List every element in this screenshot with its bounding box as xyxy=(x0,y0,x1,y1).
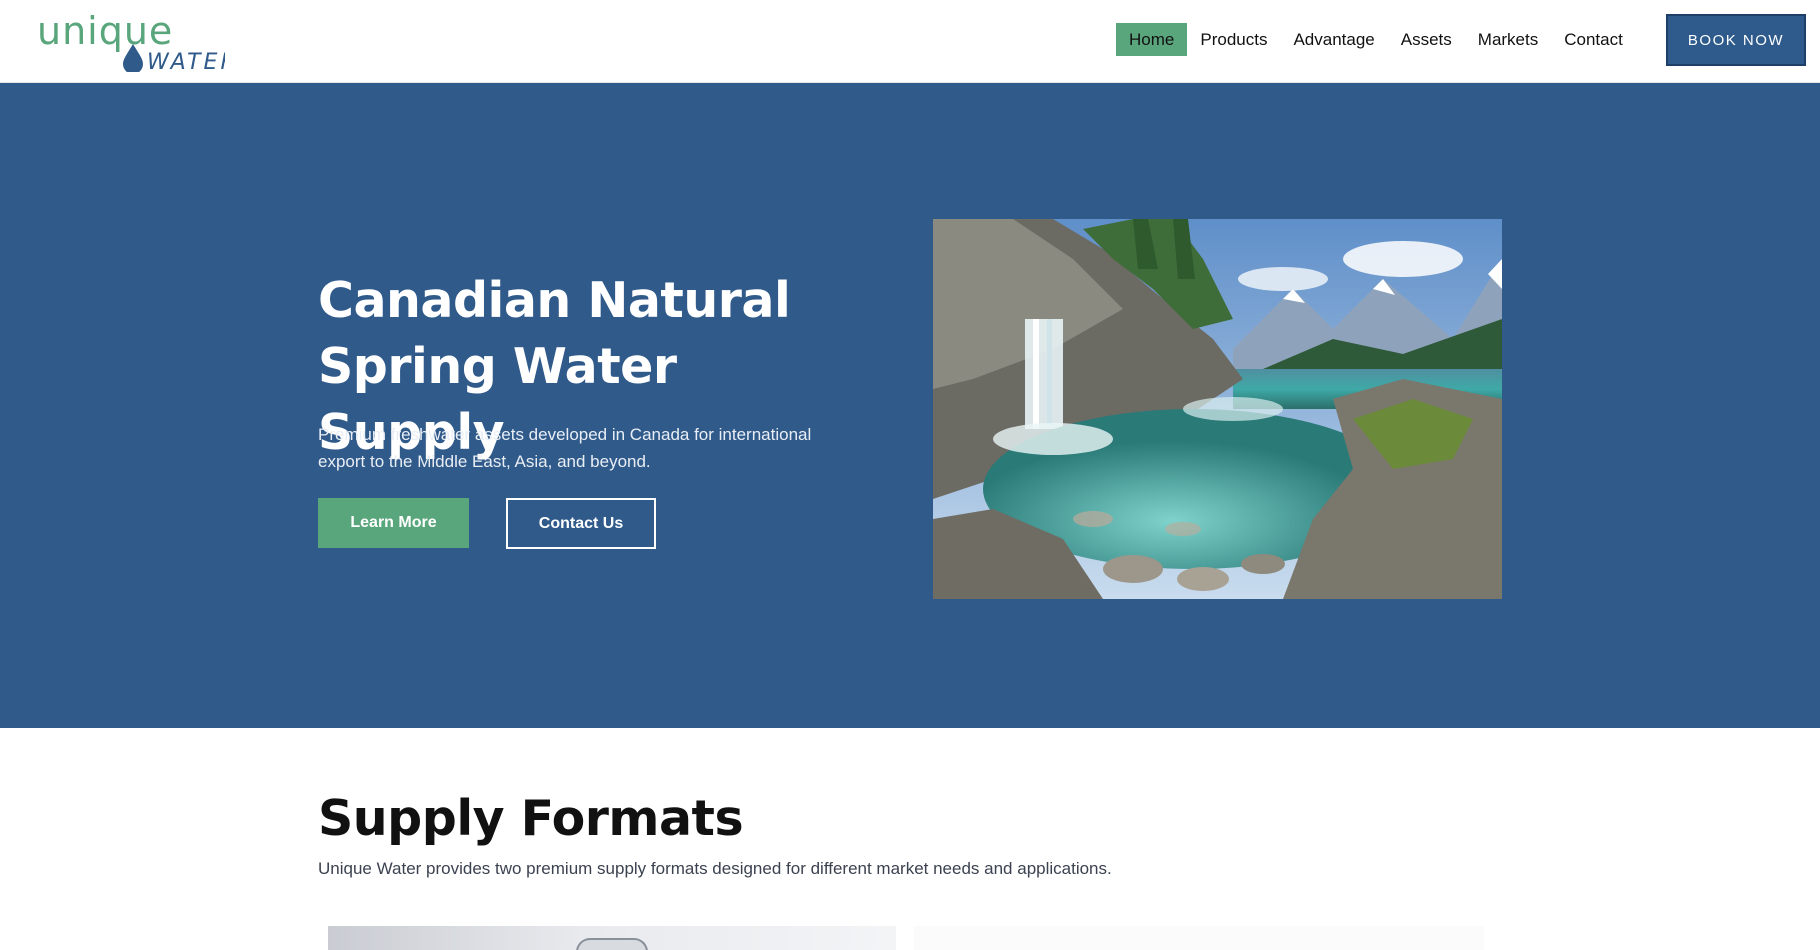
nav-item-assets[interactable]: Assets xyxy=(1388,23,1465,56)
waterfall-landscape-graphic xyxy=(933,219,1502,599)
unique-water-logo[interactable]: unique WATER xyxy=(35,10,225,72)
nav-item-advantage[interactable]: Advantage xyxy=(1280,23,1387,56)
main-nav: Home Products Advantage Assets Markets C… xyxy=(1116,23,1636,56)
svg-text:WATER: WATER xyxy=(147,50,225,72)
bottle-cap-icon xyxy=(576,938,648,950)
svg-text:unique: unique xyxy=(37,10,173,53)
contact-us-button[interactable]: Contact Us xyxy=(506,498,656,549)
nav-item-markets[interactable]: Markets xyxy=(1465,23,1551,56)
site-header: unique WATER Home Products Advantage Ass… xyxy=(0,0,1820,83)
book-now-button[interactable]: BOOK NOW xyxy=(1666,14,1806,66)
hero-section: Canadian Natural Spring Water Supply Pre… xyxy=(0,83,1820,728)
supply-format-image-bulk xyxy=(914,926,1484,950)
supply-formats-title: Supply Formats xyxy=(318,790,744,847)
learn-more-button[interactable]: Learn More xyxy=(318,498,469,548)
supply-formats-subtitle: Unique Water provides two premium supply… xyxy=(318,859,1112,878)
waterfall-landscape-image xyxy=(933,219,1502,599)
supply-format-image-bottle xyxy=(328,926,896,950)
nav-item-products[interactable]: Products xyxy=(1187,23,1280,56)
logo-graphic: unique WATER xyxy=(37,10,225,72)
nav-item-contact[interactable]: Contact xyxy=(1551,23,1636,56)
nav-item-home[interactable]: Home xyxy=(1116,23,1188,56)
hero-subtitle: Premium freshwater assets developed in C… xyxy=(318,425,812,471)
